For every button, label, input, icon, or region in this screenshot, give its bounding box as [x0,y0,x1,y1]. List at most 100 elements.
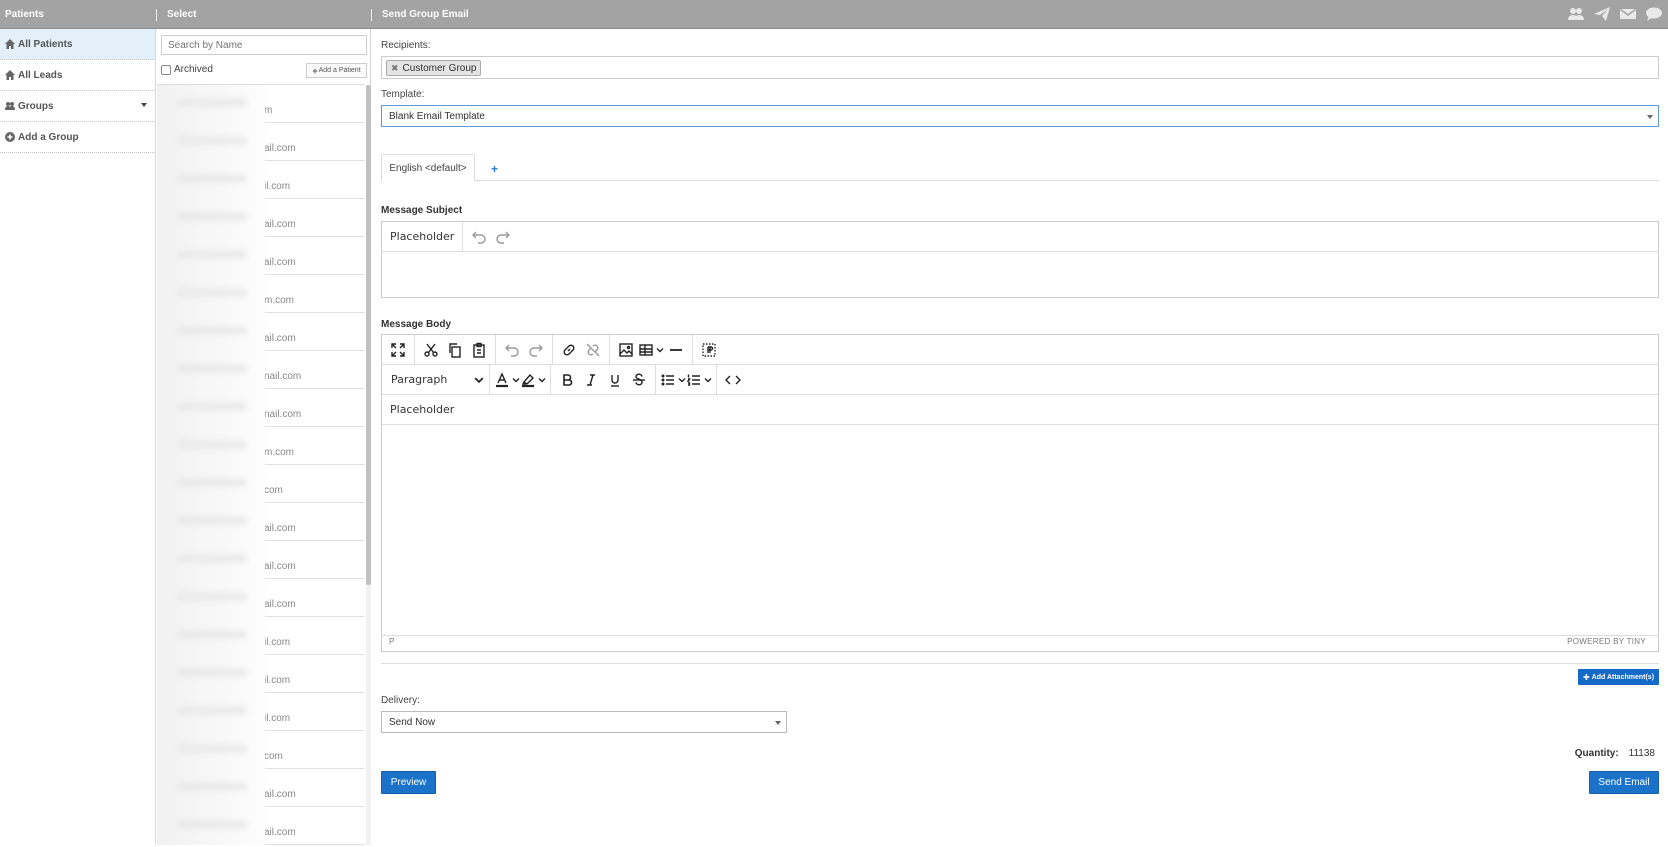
unlink-icon[interactable] [581,338,605,362]
patient-email: ail.com [264,789,296,800]
subject-text-area[interactable] [382,252,1658,297]
plus-icon: ✚ [1582,672,1590,682]
placeholder-button[interactable]: Placeholder [382,225,462,249]
paper-plane-icon[interactable] [1594,7,1610,21]
redo-icon[interactable] [524,338,548,362]
language-tabs: English <default> + [381,154,1659,182]
patient-email: nail.com [264,371,302,382]
envelope-icon[interactable] [1620,7,1636,21]
home-icon [5,39,15,49]
recipient-chip-label: Customer Group [402,62,477,74]
sidebar-item-all-patients[interactable]: All Patients [0,29,155,60]
patient-email: ail.com [264,827,296,838]
chevron-down-icon [1647,115,1653,119]
header-divider [156,9,157,21]
italic-icon[interactable] [579,368,603,392]
block-format-select[interactable]: Paragraph [386,373,447,386]
patient-email: ail.com [264,219,296,230]
add-attachment-button[interactable]: ✚ Add Attachment(s) [1578,669,1659,685]
link-icon[interactable] [557,338,581,362]
chevron-down-icon[interactable] [471,368,485,392]
checkbox[interactable] [161,64,171,75]
powered-by-tiny[interactable]: POWERED BY TINY [1567,636,1646,648]
redo-icon[interactable] [491,225,515,249]
body-text-area[interactable] [382,425,1658,635]
recipient-chip[interactable]: ✖ Customer Group [386,60,482,76]
patient-email: com [264,751,283,762]
image-icon[interactable] [614,338,638,362]
horizontal-line-icon[interactable] [664,338,688,362]
underline-icon[interactable] [603,368,627,392]
table-icon[interactable] [638,338,664,362]
toolbar-group [656,364,717,395]
chat-icon[interactable] [1646,7,1662,21]
sidebar-item-all-leads[interactable]: All Leads [0,60,155,91]
recipients-field[interactable]: ✖ Customer Group [381,56,1659,79]
bold-icon[interactable] [555,368,579,392]
text-color-icon[interactable] [494,368,520,392]
add-patient-button[interactable]: + Add a Patient [306,63,367,78]
copy-icon[interactable] [443,338,467,362]
patient-email: m.com [264,295,294,306]
tab-english-default[interactable]: English <default> [381,154,475,182]
element-path[interactable]: P [389,637,394,646]
undo-icon[interactable] [500,338,524,362]
body-toolbar-row-2: Paragraph [382,364,1658,395]
message-subject-label: Message Subject [381,205,463,216]
bullet-list-icon[interactable] [660,368,686,392]
chevron-down-icon [775,721,781,725]
fullscreen-icon[interactable] [386,338,410,362]
strikethrough-icon[interactable] [627,368,651,392]
template-label: Template: [381,89,425,100]
toolbar-group [496,334,553,365]
home-icon [5,70,15,80]
patient-email: nail.com [264,409,302,420]
add-language-button[interactable]: + [491,162,498,176]
toolbar-group [693,335,725,365]
sidebar-item-label: Groups [18,100,54,112]
chevron-down-icon[interactable] [141,103,147,107]
toolbar-group [551,364,656,395]
numbered-list-icon[interactable] [686,368,712,392]
editor-status-bar: P POWERED BY TINY [382,635,1658,648]
placeholder-button[interactable]: Placeholder [382,398,462,422]
sidebar-item-label: All Patients [18,38,73,50]
redacted-names [157,85,265,845]
delivery-select[interactable]: Send Now [381,711,787,733]
scrollbar-thumb[interactable] [366,85,371,585]
template-select[interactable]: Blank Email Template [381,105,1659,127]
toolbar-group [490,364,551,395]
add-attachment-label: Add Attachment(s) [1591,673,1655,681]
undo-icon[interactable] [467,225,491,249]
source-code-icon[interactable] [721,368,745,392]
send-email-button[interactable]: Send Email [1589,771,1659,794]
cut-icon[interactable] [419,338,443,362]
patient-email: il.com [264,675,291,686]
search-input[interactable] [161,35,367,55]
subject-editor: Placeholder [381,221,1659,298]
paste-icon[interactable] [467,338,491,362]
sidebar-item-groups[interactable]: Groups [0,91,155,122]
subject-toolbar: Placeholder [382,221,1658,252]
preview-button[interactable]: Preview [381,771,436,794]
patient-email: ail.com [264,561,296,572]
select-header: Select [167,9,197,20]
quantity: Quantity: 11138 [1575,748,1655,759]
users-icon[interactable] [1568,7,1584,21]
body-editor: Paragraph Placeholder P POWERED BY TINY [381,334,1659,652]
sidebar-item-label: Add a Group [18,131,79,143]
close-icon[interactable]: ✖ [391,63,399,74]
highlight-color-icon[interactable] [520,368,546,392]
sidebar-item-add-group[interactable]: Add a Group [0,122,155,153]
delivery-value: Send Now [389,717,436,728]
quantity-value: 11138 [1628,748,1655,759]
recipients-label: Recipients: [381,40,431,51]
patient-list-scrollbar[interactable] [366,85,371,845]
quantity-label: Quantity: [1574,748,1619,759]
show-blocks-icon[interactable] [697,338,721,362]
header-divider [371,9,372,21]
body-toolbar-row-1 [382,334,1658,365]
patient-email: ail.com [264,523,296,534]
body-toolbar-row-3: Placeholder [382,395,1658,425]
archived-checkbox[interactable]: Archived [161,64,213,75]
